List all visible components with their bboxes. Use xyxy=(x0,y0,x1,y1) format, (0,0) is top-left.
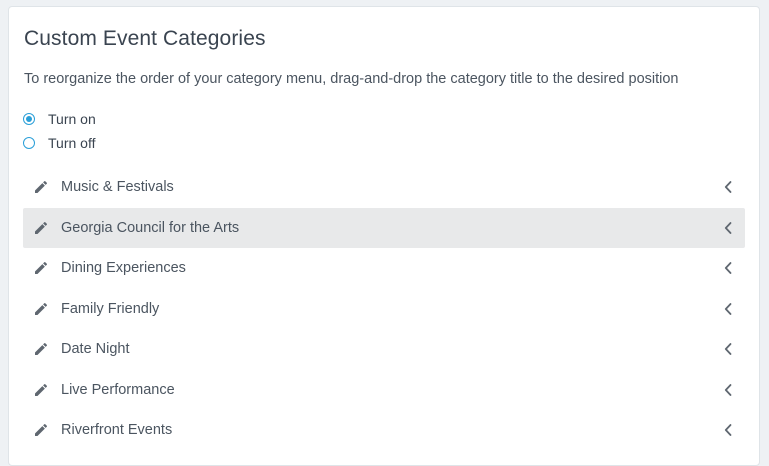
turn-off-radio[interactable] xyxy=(23,137,35,149)
turn-on-option[interactable]: Turn on xyxy=(23,109,96,129)
category-label: Dining Experiences xyxy=(61,260,186,277)
pencil-icon[interactable] xyxy=(32,421,50,439)
custom-event-categories-panel: Custom Event Categories To reorganize th… xyxy=(8,6,760,466)
pencil-icon[interactable] xyxy=(32,340,50,358)
panel-title: Custom Event Categories xyxy=(24,27,266,50)
chevron-left-icon[interactable] xyxy=(723,342,733,356)
category-label: Date Night xyxy=(61,341,130,358)
category-item[interactable]: Dining Experiences xyxy=(23,248,745,289)
turn-off-label[interactable]: Turn off xyxy=(48,135,95,151)
category-item[interactable]: Live Performance xyxy=(23,370,745,411)
category-label: Georgia Council for the Arts xyxy=(61,219,240,236)
turn-on-label[interactable]: Turn on xyxy=(48,111,96,127)
chevron-left-icon[interactable] xyxy=(723,423,733,437)
pencil-icon[interactable] xyxy=(32,219,50,237)
category-label: Live Performance xyxy=(61,381,175,398)
category-item[interactable]: Riverfront Events xyxy=(23,410,745,451)
pencil-icon[interactable] xyxy=(32,259,50,277)
category-item[interactable]: Georgia Council for the Arts xyxy=(23,207,745,248)
chevron-left-icon[interactable] xyxy=(723,302,733,316)
category-item[interactable]: Music & Festivals xyxy=(23,167,745,208)
category-item[interactable]: Date Night xyxy=(23,329,745,370)
category-list: Music & Festivals Georgia Council for th… xyxy=(23,167,745,451)
category-item[interactable]: Family Friendly xyxy=(23,289,745,330)
pencil-icon[interactable] xyxy=(32,300,50,318)
chevron-left-icon[interactable] xyxy=(723,261,733,275)
category-label: Music & Festivals xyxy=(61,179,174,196)
panel-description: To reorganize the order of your category… xyxy=(24,71,679,87)
pencil-icon[interactable] xyxy=(32,178,50,196)
chevron-left-icon[interactable] xyxy=(723,180,733,194)
category-label: Family Friendly xyxy=(61,300,160,317)
chevron-left-icon[interactable] xyxy=(723,383,733,397)
chevron-left-icon[interactable] xyxy=(723,221,733,235)
pencil-icon[interactable] xyxy=(32,381,50,399)
turn-on-radio[interactable] xyxy=(23,113,35,125)
turn-off-option[interactable]: Turn off xyxy=(23,133,95,153)
category-label: Riverfront Events xyxy=(61,422,173,439)
